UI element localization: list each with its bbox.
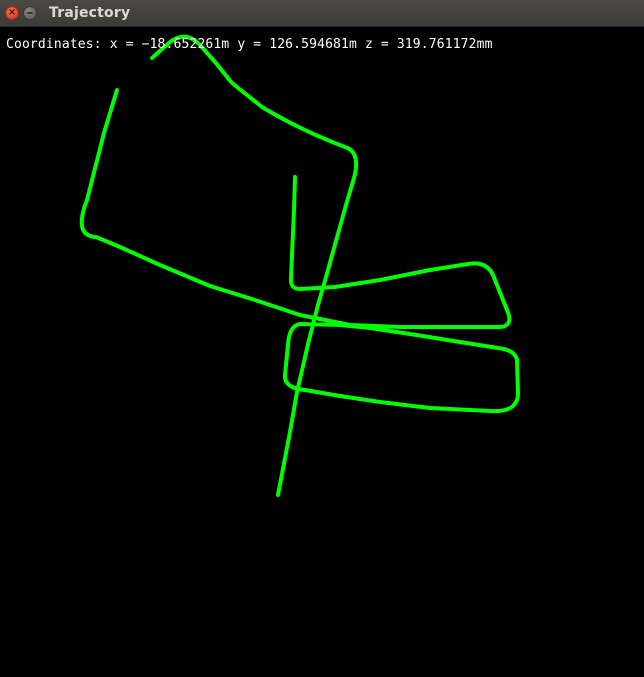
minimize-button[interactable]: [23, 6, 37, 20]
title-bar[interactable]: × Trajectory: [0, 0, 644, 27]
trajectory-window: × Trajectory Coordinates: x = −18.652261…: [0, 0, 644, 677]
trajectory-path: [79, 34, 520, 497]
close-button[interactable]: ×: [5, 6, 19, 20]
coordinates-readout: Coordinates: x = −18.652261m y = 126.594…: [6, 37, 493, 52]
window-title: Trajectory: [49, 5, 131, 21]
close-icon: ×: [7, 7, 17, 18]
trajectory-plot: [79, 34, 520, 497]
minimize-icon: [27, 12, 33, 14]
trajectory-canvas: [0, 27, 644, 677]
